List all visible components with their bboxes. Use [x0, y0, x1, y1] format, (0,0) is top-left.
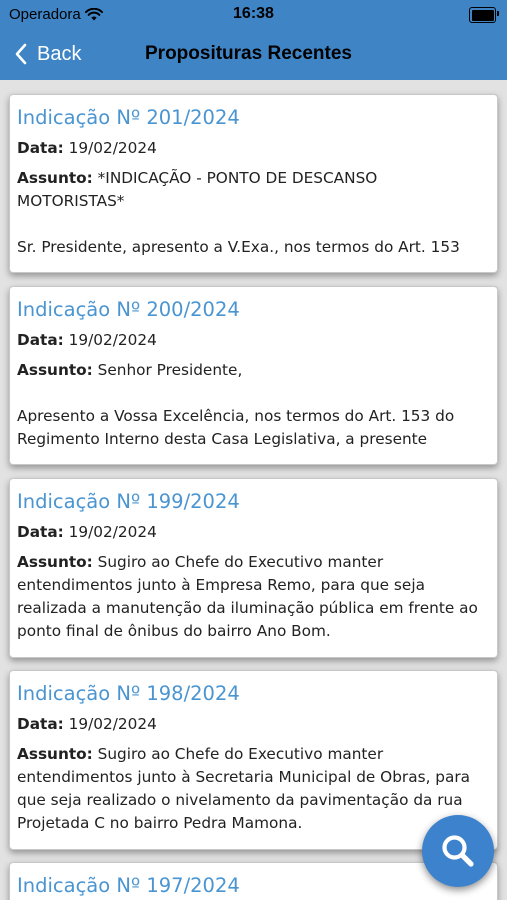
card-title: Indicação Nº 197/2024: [17, 874, 240, 897]
card-subject-line: MOTORISTAS*: [17, 192, 125, 210]
card-subject-line: Projetada C no bairro Pedra Mamona.: [17, 814, 303, 832]
status-bar: Operadora 16:38: [0, 0, 507, 28]
card-subject-line: realizada a manutenção da iluminação púb…: [17, 599, 478, 617]
card-body-line: Regimento Interno desta Casa Legislativa…: [17, 430, 428, 448]
back-button[interactable]: Back: [14, 28, 81, 80]
card-title: Indicação Nº 199/2024: [17, 490, 240, 513]
nav-bar: Back Proposituras Recentes: [0, 28, 507, 80]
card-date: Data: 19/02/2024: [17, 331, 157, 349]
card-title: Indicação Nº 200/2024: [17, 298, 240, 321]
proposition-card[interactable]: Indicação Nº 197/2024: [9, 862, 498, 900]
page-title: Proposituras Recentes: [145, 43, 352, 64]
propositions-list[interactable]: Indicação Nº 201/2024 Data: 19/02/2024 A…: [0, 80, 507, 900]
card-subject-line: ponto final de ônibus do bairro Ano Bom.: [17, 622, 331, 640]
proposition-card[interactable]: Indicação Nº 200/2024 Data: 19/02/2024 A…: [9, 286, 498, 465]
card-title: Indicação Nº 198/2024: [17, 682, 240, 705]
card-subject: Assunto: Sugiro ao Chefe do Executivo ma…: [17, 553, 384, 571]
card-title: Indicação Nº 201/2024: [17, 106, 240, 129]
card-date: Data: 19/02/2024: [17, 139, 157, 157]
chevron-left-icon: [15, 43, 27, 65]
card-subject: Assunto: Sugiro ao Chefe do Executivo ma…: [17, 745, 384, 763]
card-subject: Assunto: Senhor Presidente,: [17, 361, 243, 379]
proposition-card[interactable]: Indicação Nº 199/2024 Data: 19/02/2024 A…: [9, 478, 498, 658]
battery-icon: [469, 7, 499, 23]
proposition-card[interactable]: Indicação Nº 201/2024 Data: 19/02/2024 A…: [9, 94, 498, 273]
search-icon: [442, 835, 474, 867]
card-body-line: Sr. Presidente, apresento a V.Exa., nos …: [17, 238, 460, 256]
card-subject: Assunto: *INDICAÇÃO - PONTO DE DESCANSO: [17, 169, 378, 187]
proposition-card[interactable]: Indicação Nº 198/2024 Data: 19/02/2024 A…: [9, 670, 498, 850]
card-subject-line: entendimentos junto à Empresa Remo, para…: [17, 576, 425, 594]
card-body-line: Apresento a Vossa Excelência, nos termos…: [17, 407, 455, 425]
back-label: Back: [37, 42, 82, 65]
search-button[interactable]: [422, 815, 494, 887]
card-subject-line: que seja realizado o nivelamento da pavi…: [17, 791, 463, 809]
card-date: Data: 19/02/2024: [17, 715, 157, 733]
card-subject-line: entendimentos junto à Secretaria Municip…: [17, 768, 471, 786]
card-date: Data: 19/02/2024: [17, 523, 157, 541]
status-time: 16:38: [233, 5, 274, 22]
